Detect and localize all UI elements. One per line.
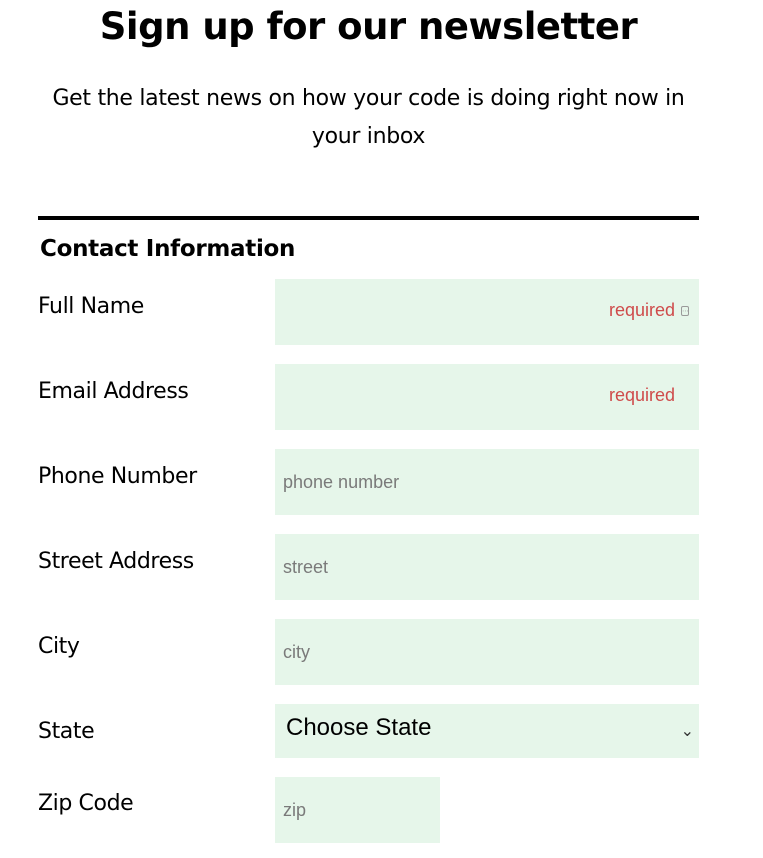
email-required-hint: required	[608, 385, 675, 405]
page-subtitle: Get the latest news on how your code is …	[52, 86, 685, 149]
page-title: Sign up for our newsletter	[99, 5, 638, 48]
phone-input[interactable]	[275, 449, 699, 515]
state-select-value: Choose State	[286, 714, 432, 741]
phone-label: Phone Number	[38, 464, 197, 489]
full-name-field-wrapper: required ⋯	[275, 279, 699, 345]
state-label: State	[38, 719, 95, 744]
full-name-label: Full Name	[38, 294, 144, 319]
street-label: Street Address	[38, 549, 194, 574]
section-title: Contact Information	[40, 236, 296, 262]
city-label: City	[38, 634, 80, 659]
section-divider	[38, 216, 699, 220]
city-input[interactable]	[275, 619, 699, 685]
email-field-wrapper: required	[275, 364, 699, 430]
zip-label: Zip Code	[38, 791, 134, 816]
state-select[interactable]: Choose State ⌄	[275, 704, 699, 758]
password-manager-icon[interactable]: ⋯	[681, 306, 689, 316]
street-input[interactable]	[275, 534, 699, 600]
email-label: Email Address	[38, 379, 189, 404]
full-name-required-hint: required	[608, 300, 675, 320]
zip-input[interactable]	[275, 777, 440, 843]
chevron-down-icon: ⌄	[680, 721, 694, 740]
